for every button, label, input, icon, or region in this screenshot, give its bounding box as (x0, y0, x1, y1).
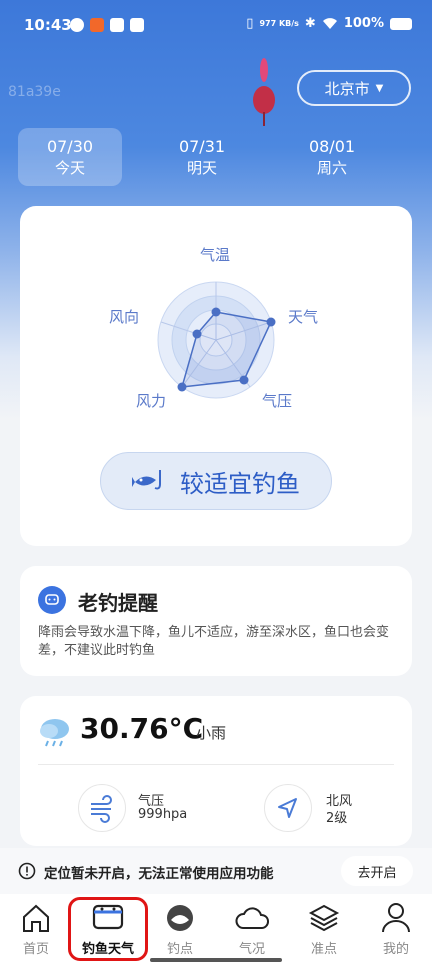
radar-point (211, 307, 221, 317)
radar-chart (157, 281, 276, 399)
enable-location-button[interactable]: 去开启 (341, 856, 413, 886)
vibrate-icon: ▯ (246, 16, 254, 31)
net-speed: 977 KB/s (259, 18, 299, 28)
watermark: 81a39e (8, 84, 61, 100)
tab-home[interactable]: 首页 (0, 894, 72, 964)
location-notice-bar: 定位暂未开启，无法正常使用应用功能 去开启 (0, 848, 432, 894)
weather-condition: 小雨 (196, 724, 227, 742)
highlight-annotation-box (68, 897, 148, 961)
message-icon (130, 18, 144, 32)
tab-label: 我的 (382, 942, 409, 957)
tab-label: 准点 (310, 942, 337, 957)
radar-axis-label: 气温 (200, 246, 231, 264)
date-label: 今天 (54, 159, 85, 177)
date-label: 明天 (186, 159, 217, 177)
tip-title: 老钓提醒 (78, 591, 158, 615)
profile-icon (382, 903, 410, 933)
wifi-icon (322, 18, 337, 29)
mail-icon (110, 18, 124, 32)
fishing-verdict-badge: 较适宜钓鱼 (100, 452, 332, 510)
fishing-index-card: 气温 天气 气压 风力 风向 较适宜钓鱼 (20, 206, 412, 546)
radar-point (266, 317, 276, 327)
notice-text: 定位暂未开启，无法正常使用应用功能 (44, 866, 274, 882)
app-notification-icon (90, 18, 104, 32)
tab-label: 钓点 (166, 942, 193, 957)
tab-label: 气况 (238, 942, 265, 957)
cloud-icon (235, 907, 269, 929)
navigation-arrow-icon (264, 784, 312, 832)
chat-bubble-icon (38, 586, 66, 614)
tab-profile[interactable]: 我的 (360, 894, 432, 964)
date-tabs: 07/30 今天 07/31 明天 08/01 周六 (18, 128, 414, 186)
rain-cloud-icon (40, 719, 69, 747)
fish-hook-icon (132, 470, 161, 490)
fishing-float-icon (253, 58, 275, 126)
verdict-text: 较适宜钓鱼 (180, 469, 300, 498)
wind-gust-icon (78, 784, 126, 832)
city-selector[interactable]: 北京市 ▼ (297, 70, 411, 106)
alert-icon (18, 862, 36, 880)
status-bar: 10:43 ▯ 977 KB/s ✱ 100% (0, 0, 432, 50)
battery-icon (390, 17, 412, 30)
divider (38, 764, 394, 765)
wind-level: 2级 (326, 811, 348, 826)
bottom-tab-bar: 首页 钓鱼天气 钓点 气况 准点 我的 (0, 894, 432, 964)
home-indicator (150, 958, 282, 962)
check-icon (70, 18, 84, 32)
date-value: 08/01 (308, 137, 356, 156)
tab-weather[interactable]: 气况 (216, 894, 288, 964)
fishing-spot-icon (167, 905, 193, 931)
date-tab-today[interactable]: 07/30 今天 (18, 128, 122, 186)
layers-icon (308, 904, 340, 932)
battery-text: 100% (343, 16, 384, 31)
radar-point (177, 382, 187, 392)
home-icon (23, 904, 49, 932)
tab-label: 首页 (22, 942, 49, 957)
date-value: 07/31 (178, 137, 226, 156)
tab-timing[interactable]: 准点 (288, 894, 360, 964)
date-value: 07/30 (46, 137, 94, 156)
date-label: 周六 (316, 159, 347, 177)
status-right: ▯ 977 KB/s ✱ 100% (246, 16, 412, 31)
radar-axis-label: 天气 (288, 308, 319, 326)
temperature: 30.76°C (80, 712, 204, 745)
radar-axis-label: 风向 (109, 308, 140, 326)
city-name: 北京市 (324, 79, 370, 98)
date-tab-saturday[interactable]: 08/01 周六 (280, 128, 384, 186)
radar-point (239, 375, 249, 385)
tip-card: 老钓提醒 降雨会导致水温下降，鱼儿不适应，游至深水区，鱼口也会变差，不建议此时钓… (20, 566, 412, 676)
bluetooth-icon: ✱ (304, 16, 316, 31)
tip-body: 降雨会导致水温下降，鱼儿不适应，游至深水区，鱼口也会变差，不建议此时钓鱼 (38, 625, 390, 658)
tab-fishing-spot[interactable]: 钓点 (144, 894, 216, 964)
radar-point (192, 329, 202, 339)
pressure-value: 999hpa (138, 807, 188, 822)
weather-card: 30.76°C 小雨 气压 999hpa 北风 2级 (20, 696, 412, 846)
chevron-down-icon: ▼ (375, 82, 384, 94)
status-time: 10:43 (24, 16, 72, 34)
date-tab-tomorrow[interactable]: 07/31 明天 (150, 128, 254, 186)
